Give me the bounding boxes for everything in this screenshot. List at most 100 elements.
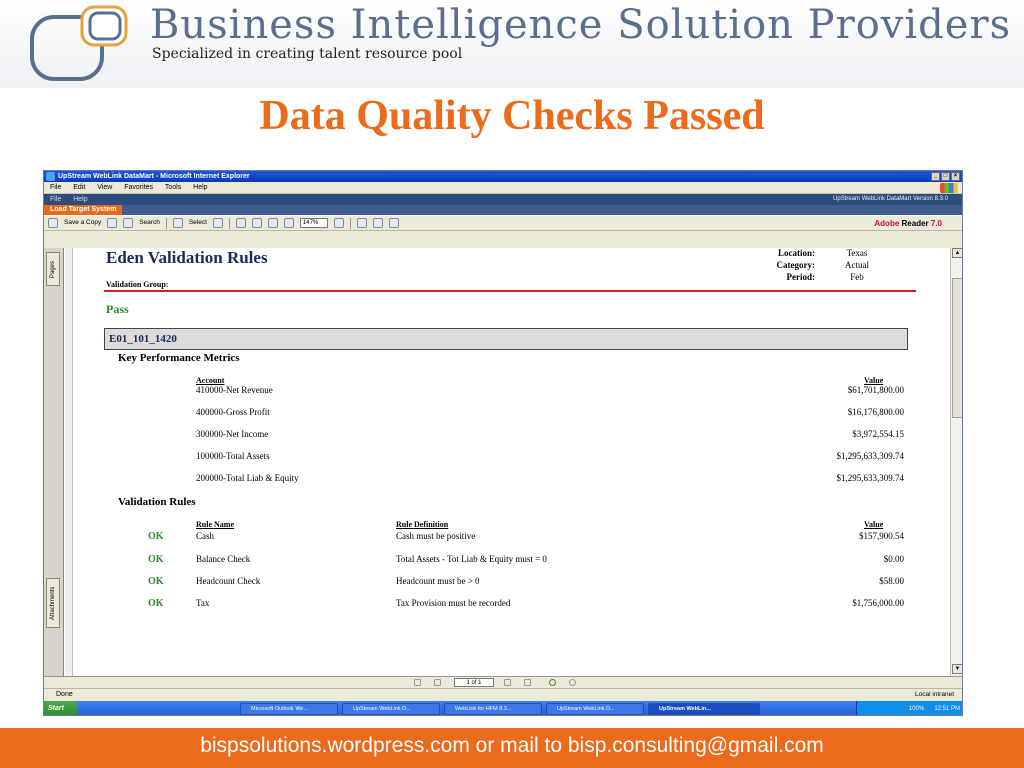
kpi-value: $3,972,554.15 xyxy=(852,429,904,439)
zoom-in-icon[interactable] xyxy=(235,218,246,228)
taskbar-item-active[interactable]: UpStream WebLin... xyxy=(648,703,760,715)
tab-load-target-system[interactable]: Load Target System xyxy=(44,205,123,215)
windows-taskbar: Start Microsoft Outlook We... UpStream W… xyxy=(44,701,962,715)
pages-tab[interactable]: Pages xyxy=(46,252,60,286)
category-label: Category: xyxy=(776,260,815,270)
browser-menubar: File Edit View Favorites Tools Help xyxy=(44,182,962,194)
rule-definition: Tax Provision must be recorded xyxy=(396,598,511,608)
scroll-down-arrow[interactable]: ▼ xyxy=(952,664,962,674)
menu-tools[interactable]: Tools xyxy=(165,184,181,191)
kpi-value: $61,701,800.00 xyxy=(847,385,904,395)
kpi-account: 100000-Total Assets xyxy=(196,451,270,461)
browser-statusbar: Done Local intranet xyxy=(44,688,962,700)
app-menu-file[interactable]: File xyxy=(50,196,61,203)
pages-icon[interactable] xyxy=(356,218,367,228)
browser-title: UpStream WebLink DataMart - Microsoft In… xyxy=(58,173,250,180)
menu-file[interactable]: File xyxy=(50,184,61,191)
pass-status: Pass xyxy=(106,302,129,316)
app-tabstrip: Load Target System xyxy=(44,205,962,215)
security-zone: Local intranet xyxy=(914,691,954,698)
period-label: Period: xyxy=(786,272,816,282)
app-menubar: File Help UpStream WebLink DataMart Vers… xyxy=(44,194,962,205)
close-button[interactable]: × xyxy=(951,172,960,181)
company-tagline: Specialized in creating talent resource … xyxy=(152,46,463,62)
windows-logo-icon xyxy=(940,183,958,193)
company-logo-icon xyxy=(30,5,128,81)
kpi-value-header: Value xyxy=(864,376,884,385)
menu-help[interactable]: Help xyxy=(193,184,207,191)
pdf-gutter xyxy=(65,248,73,676)
maximize-button[interactable]: □ xyxy=(941,172,950,181)
taskbar-item[interactable]: Microsoft Outlook We... xyxy=(240,703,338,715)
period-value: Feb xyxy=(850,272,864,282)
last-page-button[interactable] xyxy=(524,679,531,686)
menu-favorites[interactable]: Favorites xyxy=(124,184,153,191)
rule-name-header: Rule Name xyxy=(196,520,234,529)
zoom-out-icon[interactable] xyxy=(283,218,294,228)
start-button[interactable]: Start xyxy=(44,701,78,715)
rotate-icon[interactable] xyxy=(372,218,383,228)
rule-value-header: Value xyxy=(864,520,884,529)
next-page-button[interactable] xyxy=(504,679,511,686)
actual-size-icon[interactable] xyxy=(251,218,262,228)
scroll-thumb[interactable] xyxy=(952,278,962,418)
go-forward-icon[interactable] xyxy=(569,679,576,686)
rule-name: Balance Check xyxy=(196,554,251,564)
search-button[interactable]: Search xyxy=(139,216,160,230)
entity-code: E01_101_1420 xyxy=(104,328,908,350)
slide-heading: Data Quality Checks Passed xyxy=(259,93,765,139)
menu-edit[interactable]: Edit xyxy=(73,184,85,191)
app-version: UpStream WebLink DataMart Version 8.3.0 xyxy=(833,196,948,202)
clock: 12:51 PM xyxy=(934,706,960,712)
company-name: Business Intelligence Solution Providers xyxy=(150,2,1012,48)
kpi-account: 300000-Net Income xyxy=(196,429,269,439)
rule-value: $58.00 xyxy=(879,576,904,586)
save-icon[interactable] xyxy=(48,218,58,228)
attachments-tab[interactable]: Attachments xyxy=(46,578,60,628)
save-copy-button[interactable]: Save a Copy xyxy=(64,216,101,230)
header-divider xyxy=(104,290,916,292)
pdf-toolbar: Save a Copy Search Select 147% Adobe Rea… xyxy=(44,215,962,231)
rule-definition: Headcount must be > 0 xyxy=(396,576,480,586)
search-icon[interactable] xyxy=(123,218,134,228)
pdf-navigation-panel: Pages Attachments xyxy=(44,248,64,676)
menu-view[interactable]: View xyxy=(97,184,112,191)
fit-page-icon[interactable] xyxy=(267,218,278,228)
scroll-up-arrow[interactable]: ▲ xyxy=(952,248,962,258)
toolbar-divider xyxy=(228,217,230,229)
browser-window: UpStream WebLink DataMart - Microsoft In… xyxy=(43,170,963,716)
kpi-value: $16,176,800.00 xyxy=(847,407,904,417)
kpi-account: 200000-Total Liab & Equity xyxy=(196,473,299,483)
kpi-value: $1,295,633,309.74 xyxy=(836,473,905,483)
taskbar-item[interactable]: WebLink for HFM 8.3... xyxy=(444,703,542,715)
rule-value: $157,900.54 xyxy=(859,531,904,541)
battery-status: 100% xyxy=(908,706,925,712)
rule-value: $0.00 xyxy=(883,554,904,564)
zoom-level-select[interactable]: 147% xyxy=(299,218,328,228)
first-page-button[interactable] xyxy=(414,679,421,686)
taskbar-item[interactable]: UpStream WebLink D... xyxy=(342,703,440,715)
page-indicator[interactable]: 1 of 1 xyxy=(454,678,494,687)
yahoo-icon[interactable] xyxy=(388,218,399,228)
minimize-button[interactable]: _ xyxy=(931,172,940,181)
system-tray: 100% 12:51 PM xyxy=(856,701,962,715)
vertical-scrollbar[interactable]: ▲ ▼ xyxy=(950,248,962,676)
taskbar-item[interactable]: UpStream WebLink D... xyxy=(546,703,644,715)
rule-status: OK xyxy=(148,531,164,542)
snapshot-icon[interactable] xyxy=(212,218,223,228)
kpi-value: $1,295,633,309.74 xyxy=(836,451,905,461)
pdf-page-navigation: 1 of 1 xyxy=(44,676,962,688)
rule-status: OK xyxy=(148,554,164,565)
kpi-section-heading: Key Performance Metrics xyxy=(118,352,240,364)
select-tool-button[interactable]: Select xyxy=(189,216,207,230)
zoom-plus-icon[interactable] xyxy=(333,218,344,228)
previous-page-button[interactable] xyxy=(434,679,441,686)
location-value: Texas xyxy=(846,248,868,258)
go-back-icon[interactable] xyxy=(549,679,556,686)
hand-tool-icon[interactable] xyxy=(172,218,183,228)
kpi-account: 410000-Net Revenue xyxy=(196,385,273,395)
print-icon[interactable] xyxy=(107,218,118,228)
app-menu-help[interactable]: Help xyxy=(73,196,87,203)
rule-name: Headcount Check xyxy=(196,576,261,586)
ie-icon xyxy=(46,172,55,181)
